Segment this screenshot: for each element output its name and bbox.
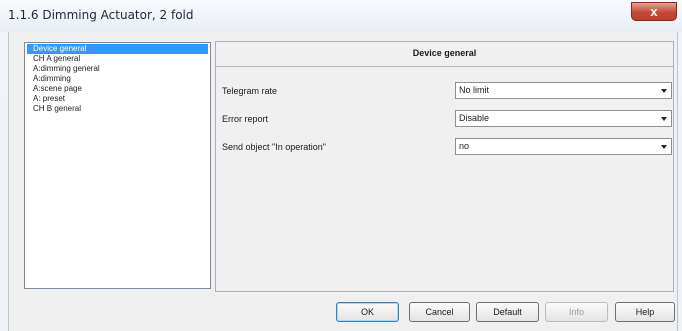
panel-title: Device general (216, 42, 673, 67)
send-object-label: Send object "In operation" (222, 142, 326, 152)
close-icon: x (650, 4, 658, 19)
parameter-panel: Device general Telegram rate No limit Er… (215, 41, 674, 292)
error-report-label: Error report (222, 114, 269, 124)
close-button[interactable]: x (631, 2, 677, 21)
chevron-down-icon (661, 117, 667, 121)
info-button[interactable]: Info (545, 302, 608, 322)
help-button[interactable]: Help (615, 302, 675, 322)
error-report-select[interactable]: Disable (455, 110, 672, 127)
window-title: 1.1.6 Dimming Actuator, 2 fold (8, 8, 194, 22)
nav-item-a-dimming[interactable]: A:dimming (27, 74, 208, 84)
nav-item-a-dimming-general[interactable]: A:dimming general (27, 64, 208, 74)
nav-item-a-scene-page[interactable]: A:scene page (27, 84, 208, 94)
telegram-rate-label: Telegram rate (222, 86, 278, 96)
nav-item-a-preset[interactable]: A: preset (27, 94, 208, 104)
send-object-select[interactable]: no (455, 138, 672, 155)
default-button[interactable]: Default (476, 302, 539, 322)
parameter-page-list[interactable]: Device general CH A general A:dimming ge… (24, 42, 211, 289)
nav-item-device-general[interactable]: Device general (27, 44, 208, 54)
telegram-rate-select[interactable]: No limit (455, 82, 672, 99)
nav-item-ch-a-general[interactable]: CH A general (27, 54, 208, 64)
send-object-value: no (459, 141, 470, 151)
panel-body: Telegram rate No limit Error report Disa… (216, 67, 673, 291)
cancel-button[interactable]: Cancel (409, 302, 470, 322)
ok-button[interactable]: OK (336, 302, 399, 322)
error-report-value: Disable (459, 113, 490, 123)
nav-item-ch-b-general[interactable]: CH B general (27, 104, 208, 114)
dialog-window: 1.1.6 Dimming Actuator, 2 fold x Device … (0, 0, 682, 331)
chevron-down-icon (661, 145, 667, 149)
telegram-rate-value: No limit (459, 85, 490, 95)
title-bar[interactable]: 1.1.6 Dimming Actuator, 2 fold x (0, 0, 682, 32)
chevron-down-icon (661, 89, 667, 93)
